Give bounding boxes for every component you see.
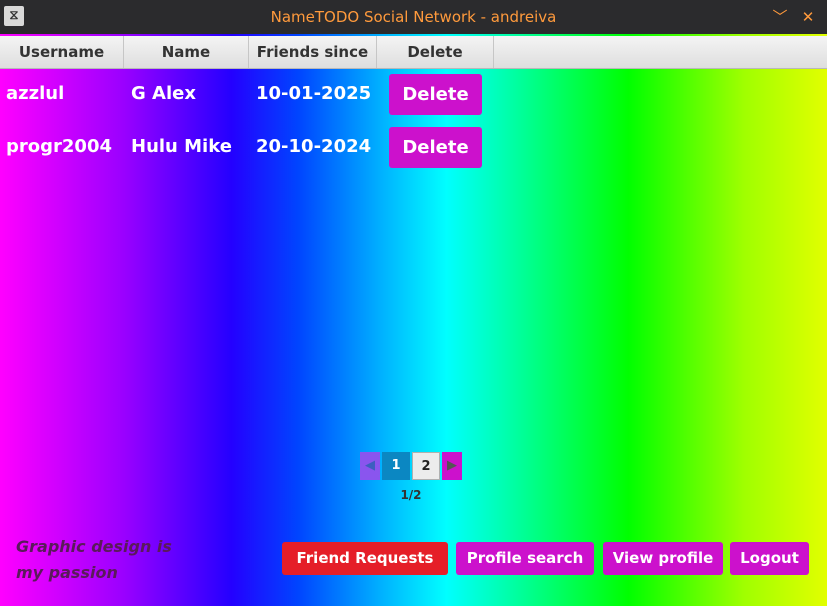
prev-page-icon[interactable]: ◀	[360, 452, 380, 480]
delete-friend-button[interactable]: Delete	[389, 74, 482, 115]
view-profile-button[interactable]: View profile	[603, 542, 723, 575]
tagline-text: Graphic design is my passion	[16, 537, 172, 582]
row-username: progr2004	[6, 136, 112, 157]
column-header-filler	[494, 36, 827, 68]
profile-search-button[interactable]: Profile search	[456, 542, 594, 575]
page-indicator: 1/2	[400, 488, 422, 502]
row-name: Hulu Mike	[131, 136, 232, 157]
chevron-down-icon[interactable]: ﹀	[769, 6, 791, 28]
next-page-icon[interactable]: ▶	[442, 452, 462, 480]
app-logo-icon[interactable]: ⧖	[4, 6, 24, 26]
table-row[interactable]: progr2004 Hulu Mike 20-10-2024 Delete	[0, 125, 600, 169]
main-content: Username Name Friends since Delete azzlu…	[0, 34, 827, 606]
page-button-1[interactable]: 1	[382, 452, 410, 480]
title-bar: ⧖ NameTODO Social Network - andreiva ﹀ ✕	[0, 0, 827, 34]
pagination: ◀ 1 2 ▶	[360, 452, 462, 480]
close-icon[interactable]: ✕	[797, 6, 819, 28]
column-header-name[interactable]: Name	[124, 36, 249, 68]
table-header: Username Name Friends since Delete	[0, 36, 827, 69]
column-header-friends-since[interactable]: Friends since	[249, 36, 377, 68]
row-username: azzlul	[6, 83, 65, 104]
column-header-username[interactable]: Username	[0, 36, 124, 68]
row-name: G Alex	[131, 83, 196, 104]
row-friends-since: 20-10-2024	[256, 136, 372, 157]
logout-button[interactable]: Logout	[730, 542, 809, 575]
delete-friend-button[interactable]: Delete	[389, 127, 482, 168]
table-row[interactable]: azzlul G Alex 10-01-2025 Delete	[0, 72, 600, 116]
page-button-2[interactable]: 2	[412, 452, 440, 480]
friend-requests-button[interactable]: Friend Requests	[282, 542, 448, 575]
window-title: NameTODO Social Network - andreiva	[270, 8, 557, 26]
row-friends-since: 10-01-2025	[256, 83, 372, 104]
column-header-delete[interactable]: Delete	[377, 36, 494, 68]
